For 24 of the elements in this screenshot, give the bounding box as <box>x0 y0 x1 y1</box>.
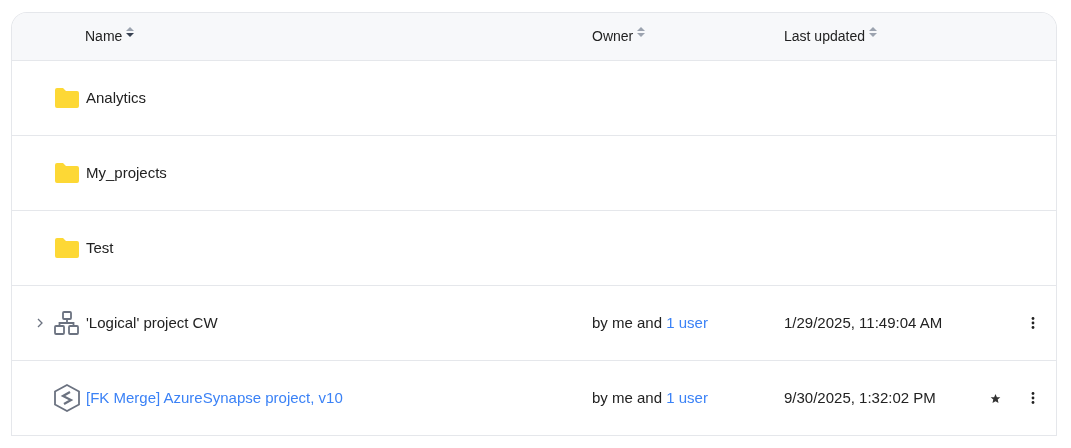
owner-text: by me and <box>592 388 663 406</box>
column-header[interactable]: Last updated <box>784 26 865 47</box>
users-link[interactable]: 1 user <box>666 313 708 331</box>
star-icon[interactable] <box>989 392 1001 404</box>
item-name[interactable]: My_projects <box>86 163 167 181</box>
last-updated: 1/29/2025, 11:49:04 AM <box>784 313 943 331</box>
last-updated: 9/30/2025, 1:32:02 PM <box>784 388 936 406</box>
folder-icon <box>53 237 80 259</box>
more-menu-icon[interactable] <box>1031 317 1035 329</box>
hexagon-logo-icon <box>53 384 80 412</box>
folder-icon <box>53 162 80 184</box>
sort-icon[interactable] <box>126 26 135 38</box>
item-name[interactable]: Test <box>86 238 114 256</box>
folder-icon <box>53 87 80 109</box>
column-header[interactable]: Name <box>85 26 123 47</box>
chevron-icon[interactable] <box>36 317 44 329</box>
users-link[interactable]: 1 user <box>666 388 708 406</box>
item-name[interactable]: Analytics <box>86 88 147 106</box>
owner-text: by me and <box>592 313 663 331</box>
project-link[interactable]: [FK Merge] AzureSynapse project, v10 <box>86 388 343 406</box>
item-name[interactable]: 'Logical' project CW <box>86 313 218 331</box>
column-header[interactable]: Owner <box>592 26 634 47</box>
more-menu-icon[interactable] <box>1031 392 1035 404</box>
hierarchy-icon <box>53 311 80 335</box>
